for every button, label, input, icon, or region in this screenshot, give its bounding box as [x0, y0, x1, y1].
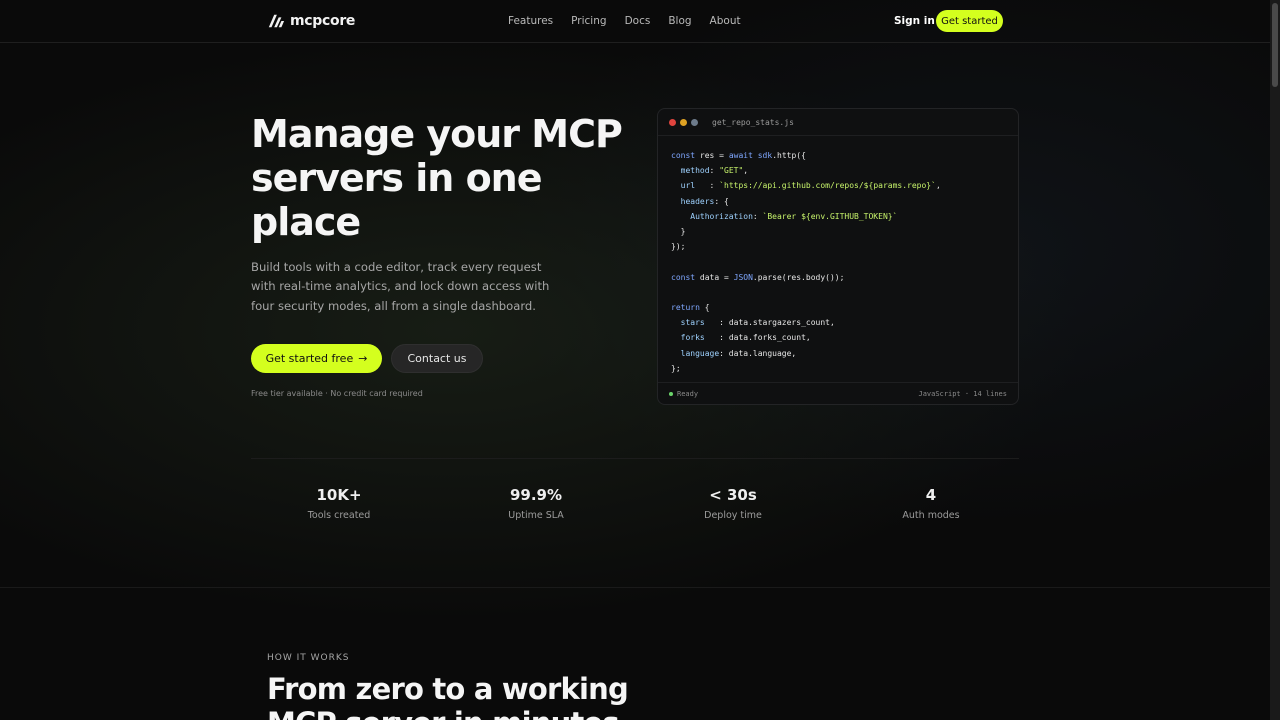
arrow-right-icon: → — [358, 352, 368, 365]
code-line: const res = await sdk.http({ — [671, 151, 806, 160]
section-divider — [0, 587, 1270, 588]
code-line: Authorization: `Bearer ${env.GITHUB_TOKE… — [690, 211, 898, 221]
code-line: forks : data.forks_count, — [680, 333, 811, 343]
stat-value: < 30s — [709, 486, 757, 504]
stat-value: 99.9% — [509, 486, 563, 504]
code-line: headers: { — [680, 196, 729, 206]
nav-pricing[interactable]: Pricing — [571, 15, 606, 27]
get-started-free-label: Get started free — [265, 352, 354, 365]
stat-tools: 10K+ Tools created — [249, 486, 429, 521]
sign-in-link[interactable]: Sign in — [894, 15, 935, 27]
get-started-free-button[interactable]: Get started free → — [251, 344, 382, 373]
nav-features[interactable]: Features — [508, 15, 553, 27]
code-line: const data = JSON.parse(res.body()); — [671, 272, 845, 282]
stat-label: Tools created — [307, 510, 371, 521]
logo-icon — [268, 14, 285, 28]
stat-value: 4 — [925, 486, 937, 504]
code-line: }); — [671, 242, 686, 252]
site-header: mcpcore Features Pricing Docs Blog About… — [0, 0, 1270, 43]
status-text: Ready — [677, 389, 699, 398]
stat-label: Deploy time — [704, 510, 762, 521]
code-filename: get_repo_stats.js — [712, 117, 794, 127]
code-line: stars : data.stargazers_count, — [680, 318, 835, 328]
status-dot-icon — [669, 391, 673, 396]
fineprint: Free tier available · No credit card req… — [251, 389, 423, 398]
stats-divider — [251, 458, 1019, 459]
window-dot-gray — [691, 118, 698, 126]
stat-auth: 4 Auth modes — [841, 486, 1021, 521]
code-line: url : `https://api.github.com/repos/${pa… — [680, 181, 941, 191]
window-dot-red — [669, 118, 676, 126]
nav-about[interactable]: About — [710, 15, 741, 27]
get-started-button[interactable]: Get started — [936, 10, 1003, 32]
logo[interactable]: mcpcore — [267, 12, 355, 30]
code-line: return { — [671, 303, 710, 313]
how-it-works-label: HOW IT WORKS — [267, 653, 350, 663]
scroll-thumb[interactable] — [1272, 3, 1278, 87]
stat-label: Uptime SLA — [508, 510, 564, 521]
code-line: }; — [671, 363, 681, 373]
status-ready: Ready — [669, 390, 698, 398]
contact-us-button[interactable]: Contact us — [391, 344, 483, 373]
nav-docs[interactable]: Docs — [625, 15, 651, 27]
nav-blog[interactable]: Blog — [668, 15, 691, 27]
code-body: const res = await sdk.http({ method: "GE… — [658, 136, 1018, 376]
stat-value: 10K+ — [316, 486, 362, 504]
stat-uptime: 99.9% Uptime SLA — [446, 486, 626, 521]
window-dot-yellow — [680, 118, 687, 126]
logo-text: mcpcore — [290, 13, 356, 29]
hero-subtitle: Build tools with a code editor, track ev… — [251, 260, 550, 313]
main-nav: Features Pricing Docs Blog About — [508, 15, 759, 27]
scrollbar[interactable] — [1270, 0, 1280, 720]
code-window-titlebar: get_repo_stats.js — [658, 109, 1018, 136]
how-it-works-title: From zero to a working MCP server in min… — [267, 672, 629, 720]
code-window-footer: Ready JavaScript · 14 lines — [658, 382, 1018, 404]
stat-label: Auth modes — [902, 510, 960, 521]
landing-page: mcpcore Features Pricing Docs Blog About… — [0, 0, 1270, 720]
stat-deploy: < 30s Deploy time — [643, 486, 823, 521]
code-window: get_repo_stats.js const res = await sdk.… — [657, 108, 1019, 405]
language-info: JavaScript · 14 lines — [918, 389, 1007, 398]
code-line: method: "GET", — [680, 166, 749, 176]
hero-title: Manage your MCP servers in one place — [251, 112, 623, 244]
code-line: language: data.language, — [680, 348, 797, 358]
code-line: } — [671, 227, 686, 237]
